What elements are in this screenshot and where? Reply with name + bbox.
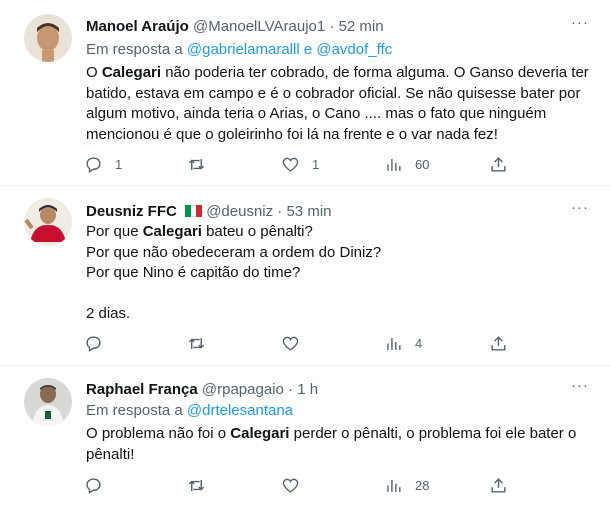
retweet-button[interactable]	[187, 334, 218, 353]
reply-icon	[86, 336, 101, 352]
separator: ·	[277, 203, 283, 220]
tweet[interactable]: Manoel Araújo @ManoelLVAraujo1 · 52 min …	[0, 0, 611, 186]
tweet-line	[86, 284, 591, 305]
tweet-text: O problema não foi o Calegari perder o p…	[86, 424, 591, 465]
timestamp[interactable]: 52 min	[339, 18, 384, 35]
highlight-term: Calegari	[230, 425, 290, 442]
separator: ·	[288, 381, 294, 398]
tweet-header: Manoel Araújo @ManoelLVAraujo1 · 52 min	[86, 17, 384, 37]
like-button[interactable]: 1	[281, 155, 319, 174]
avatar-photo	[24, 14, 72, 62]
tweet-line: mencionou é que o goleirinho foi lá na f…	[86, 125, 498, 143]
heart-icon	[282, 157, 299, 172]
highlight-term: Calegari	[142, 223, 202, 240]
tweet-line: 2 dias.	[86, 305, 131, 322]
text-segment: bateu o pênalti?	[201, 223, 313, 240]
action-bar: 28	[84, 476, 506, 496]
reply-prefix: Em resposta a	[86, 402, 183, 419]
display-name[interactable]: Manoel Araújo	[86, 18, 189, 35]
tweet-line: pênalti!	[86, 445, 135, 463]
retweet-icon	[188, 479, 205, 492]
text-segment: O	[86, 64, 102, 81]
tweet-header: Raphael França @rpapagaio · 1 h	[86, 380, 318, 400]
share-icon	[491, 478, 506, 493]
analytics-icon	[387, 337, 401, 350]
username[interactable]: @deusniz	[206, 203, 273, 220]
reply-icon	[86, 157, 101, 173]
display-name[interactable]: Raphael França	[86, 381, 198, 398]
highlight-term: Calegari	[101, 64, 162, 81]
tweet-text: Por que Calegari bateu o pênalti? Por qu…	[86, 222, 591, 325]
tweet-line: Por que Calegari bateu o pênalti?	[86, 222, 591, 243]
share-button[interactable]	[489, 334, 508, 353]
analytics-icon	[387, 158, 401, 171]
share-icon	[491, 157, 506, 172]
views-button[interactable]: 28	[384, 476, 429, 495]
more-options-icon[interactable]: ···	[571, 199, 589, 216]
tweet-text: O Calegari não poderia ter cobrado, de f…	[86, 63, 591, 145]
text-segment: O problema não foi o	[86, 425, 231, 442]
reply-button[interactable]	[84, 334, 115, 353]
tweet-line: Por que Nino é capitão do time?	[86, 264, 301, 281]
separator: ·	[329, 18, 335, 35]
reply-context: Em resposta a @gabrielamaralll e @avdof_…	[86, 40, 392, 60]
share-icon	[491, 336, 506, 351]
tweet-header: Deusniz FFC @deusniz · 53 min	[86, 202, 332, 222]
retweet-icon	[188, 337, 205, 350]
views-count: 4	[415, 336, 423, 351]
avatar[interactable]	[24, 198, 72, 246]
more-options-icon[interactable]: ···	[571, 14, 589, 31]
tweet-line: algum motivo, ainda teria o Arias, o Can…	[86, 105, 547, 122]
heart-icon	[282, 336, 299, 351]
reply-prefix: Em resposta a	[86, 41, 183, 58]
tweet[interactable]: Deusniz FFC @deusniz · 53 min ··· Por qu…	[0, 186, 611, 366]
heart-icon	[282, 478, 299, 493]
retweet-button[interactable]	[187, 476, 218, 495]
display-name[interactable]: Deusniz FFC	[86, 203, 177, 220]
action-bar: 1 1 60	[84, 155, 506, 175]
tweet-line: batido, estava em campo e é o cobrador o…	[86, 84, 581, 102]
tweet-line: Por que não obedeceram a ordem do Diniz?	[86, 243, 382, 261]
reply-count: 1	[115, 157, 123, 172]
timestamp[interactable]: 53 min	[286, 203, 331, 220]
text-segment: perder o pênalti, o problema foi ele bat…	[289, 425, 577, 442]
views-count: 60	[415, 157, 430, 172]
tweet-line: O Calegari não poderia ter cobrado, de f…	[86, 63, 591, 84]
tweet[interactable]: Raphael França @rpapagaio · 1 h ··· Em r…	[0, 366, 611, 509]
like-button[interactable]	[281, 476, 312, 495]
avatar[interactable]	[24, 378, 72, 426]
italy-flag-icon	[185, 203, 202, 217]
mention-link[interactable]: @drtelesantana	[187, 402, 293, 419]
views-count: 28	[415, 478, 430, 493]
username[interactable]: @rpapagaio	[202, 381, 284, 398]
mention-link[interactable]: @gabrielamaralll	[187, 41, 300, 58]
like-count: 1	[312, 157, 320, 172]
views-button[interactable]: 60	[384, 155, 429, 174]
share-button[interactable]	[489, 155, 508, 174]
timestamp[interactable]: 1 h	[297, 381, 318, 398]
reply-button[interactable]: 1	[84, 155, 122, 174]
reply-and: e	[303, 41, 313, 58]
reply-context: Em resposta a @drtelesantana	[86, 401, 293, 421]
reply-button[interactable]	[84, 476, 115, 495]
like-button[interactable]	[281, 334, 312, 353]
username[interactable]: @ManoelLVAraujo1	[193, 18, 325, 35]
avatar-photo	[24, 198, 72, 246]
more-options-icon[interactable]: ···	[571, 377, 589, 394]
retweet-icon	[188, 158, 205, 171]
retweet-button[interactable]	[187, 155, 218, 174]
action-bar: 4	[84, 334, 506, 354]
views-button[interactable]: 4	[384, 334, 422, 353]
tweet-line: O problema não foi o Calegari perder o p…	[86, 424, 591, 445]
avatar[interactable]	[24, 14, 72, 62]
text-segment: Por que	[86, 223, 143, 240]
reply-icon	[86, 478, 101, 494]
mention-link[interactable]: @avdof_ffc	[316, 41, 392, 58]
analytics-icon	[387, 479, 401, 492]
avatar-photo	[24, 378, 72, 426]
share-button[interactable]	[489, 476, 508, 495]
text-segment: não poderia ter cobrado, de forma alguma…	[161, 64, 589, 81]
